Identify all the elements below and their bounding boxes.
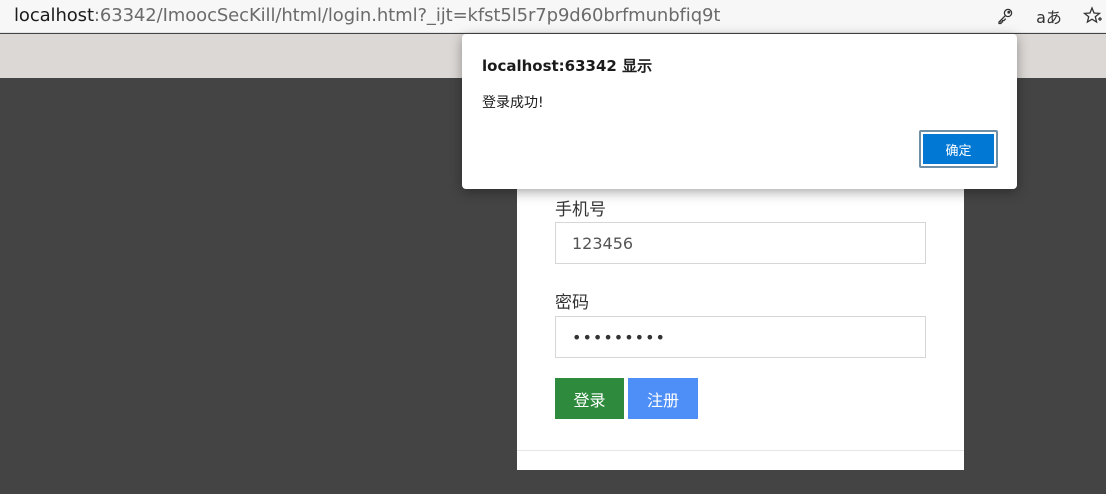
dialog-message: 登录成功! bbox=[482, 95, 544, 111]
login-card: 手机号 123456 密码 ••••••••• 登录 注册 bbox=[517, 160, 964, 470]
read-aloud-glyph: aあ bbox=[1036, 8, 1062, 27]
alert-dialog: localhost:63342 显示 登录成功! 确定 bbox=[462, 34, 1017, 189]
password-label: 密码 bbox=[555, 293, 589, 313]
password-input[interactable]: ••••••••• bbox=[555, 316, 926, 358]
key-icon[interactable] bbox=[992, 3, 1018, 29]
url-text[interactable]: localhost:63342/ImoocSecKill/html/login.… bbox=[14, 5, 720, 26]
phone-label: 手机号 bbox=[555, 200, 606, 220]
login-button[interactable]: 登录 bbox=[555, 378, 624, 419]
read-aloud-icon[interactable]: aあ bbox=[1036, 3, 1062, 29]
ok-button-label: 确定 bbox=[923, 134, 994, 164]
favorite-add-icon[interactable] bbox=[1080, 3, 1106, 29]
dialog-title: localhost:63342 显示 bbox=[482, 57, 653, 75]
address-bar[interactable]: localhost:63342/ImoocSecKill/html/login.… bbox=[0, 0, 1106, 33]
url-host: localhost bbox=[14, 5, 94, 26]
card-divider bbox=[517, 450, 964, 451]
url-path: :63342/ImoocSecKill/html/login.html?_ijt… bbox=[93, 5, 721, 26]
phone-input[interactable]: 123456 bbox=[555, 222, 926, 264]
register-button[interactable]: 注册 bbox=[628, 378, 698, 419]
ok-button[interactable]: 确定 bbox=[919, 130, 998, 168]
